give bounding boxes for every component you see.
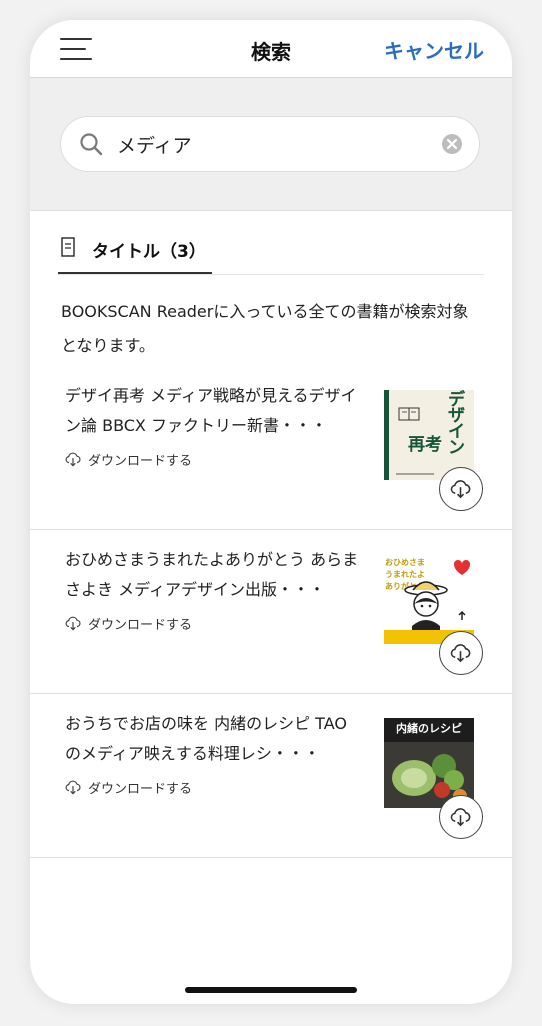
clear-search-icon[interactable]	[441, 133, 463, 155]
search-area	[30, 78, 512, 211]
search-input[interactable]	[117, 129, 427, 159]
hamburger-menu-icon[interactable]	[60, 38, 94, 62]
navigation-bar: 検索 キャンセル	[30, 20, 512, 78]
download-button[interactable]	[439, 795, 483, 839]
phone-screen: 検索 キャンセル タイトル（3） BOOKSCAN Readerに入っている全て…	[30, 20, 512, 1004]
list-item[interactable]: おひめさまうまれたよありがとう あらまさよき メディアデザイン出版・・・ ダウン…	[30, 529, 512, 694]
cover-subtitle: 再考	[408, 435, 442, 455]
cloud-download-icon	[450, 480, 471, 499]
download-button[interactable]	[439, 467, 483, 511]
search-scope-description: BOOKSCAN Readerに入っている全ての書籍が検索対象となります。	[61, 302, 469, 355]
cloud-download-icon	[65, 616, 81, 631]
cloud-download-icon	[65, 452, 81, 467]
search-box[interactable]	[60, 116, 480, 172]
list-item[interactable]: デザイ再考 メディア戦略が見えるデザイン論 BBCX ファクトリー新書・・・ ダ…	[30, 365, 512, 530]
book-title: おひめさまうまれたよありがとう あらまさよき メディアデザイン出版・・・	[65, 550, 359, 599]
document-icon	[61, 237, 75, 257]
home-indicator[interactable]	[185, 987, 357, 993]
cover-title: デザイン	[448, 390, 465, 458]
list-item[interactable]: おうちでお店の味を 内緒のレシピ TAO のメディア映えする料理レシ・・・ ダウ…	[30, 693, 512, 858]
tab-title[interactable]: タイトル（3）	[58, 225, 212, 275]
book-title: おうちでお店の味を 内緒のレシピ TAO のメディア映えする料理レシ・・・	[65, 714, 347, 763]
download-label: ダウンロードする	[88, 454, 193, 469]
cover-title: 内緒のレシピ	[396, 722, 462, 735]
download-button[interactable]	[439, 631, 483, 675]
cloud-download-icon	[450, 808, 471, 827]
tab-title-label: タイトル（3）	[92, 242, 206, 262]
cloud-download-icon	[65, 780, 81, 795]
cancel-button[interactable]: キャンセル	[384, 35, 484, 64]
tab-divider	[58, 274, 484, 275]
download-label: ダウンロードする	[88, 782, 193, 797]
download-label: ダウンロードする	[88, 618, 193, 633]
search-icon	[80, 133, 103, 156]
cloud-download-icon	[450, 644, 471, 663]
book-title: デザイ再考 メディア戦略が見えるデザイン論 BBCX ファクトリー新書・・・	[65, 386, 357, 435]
